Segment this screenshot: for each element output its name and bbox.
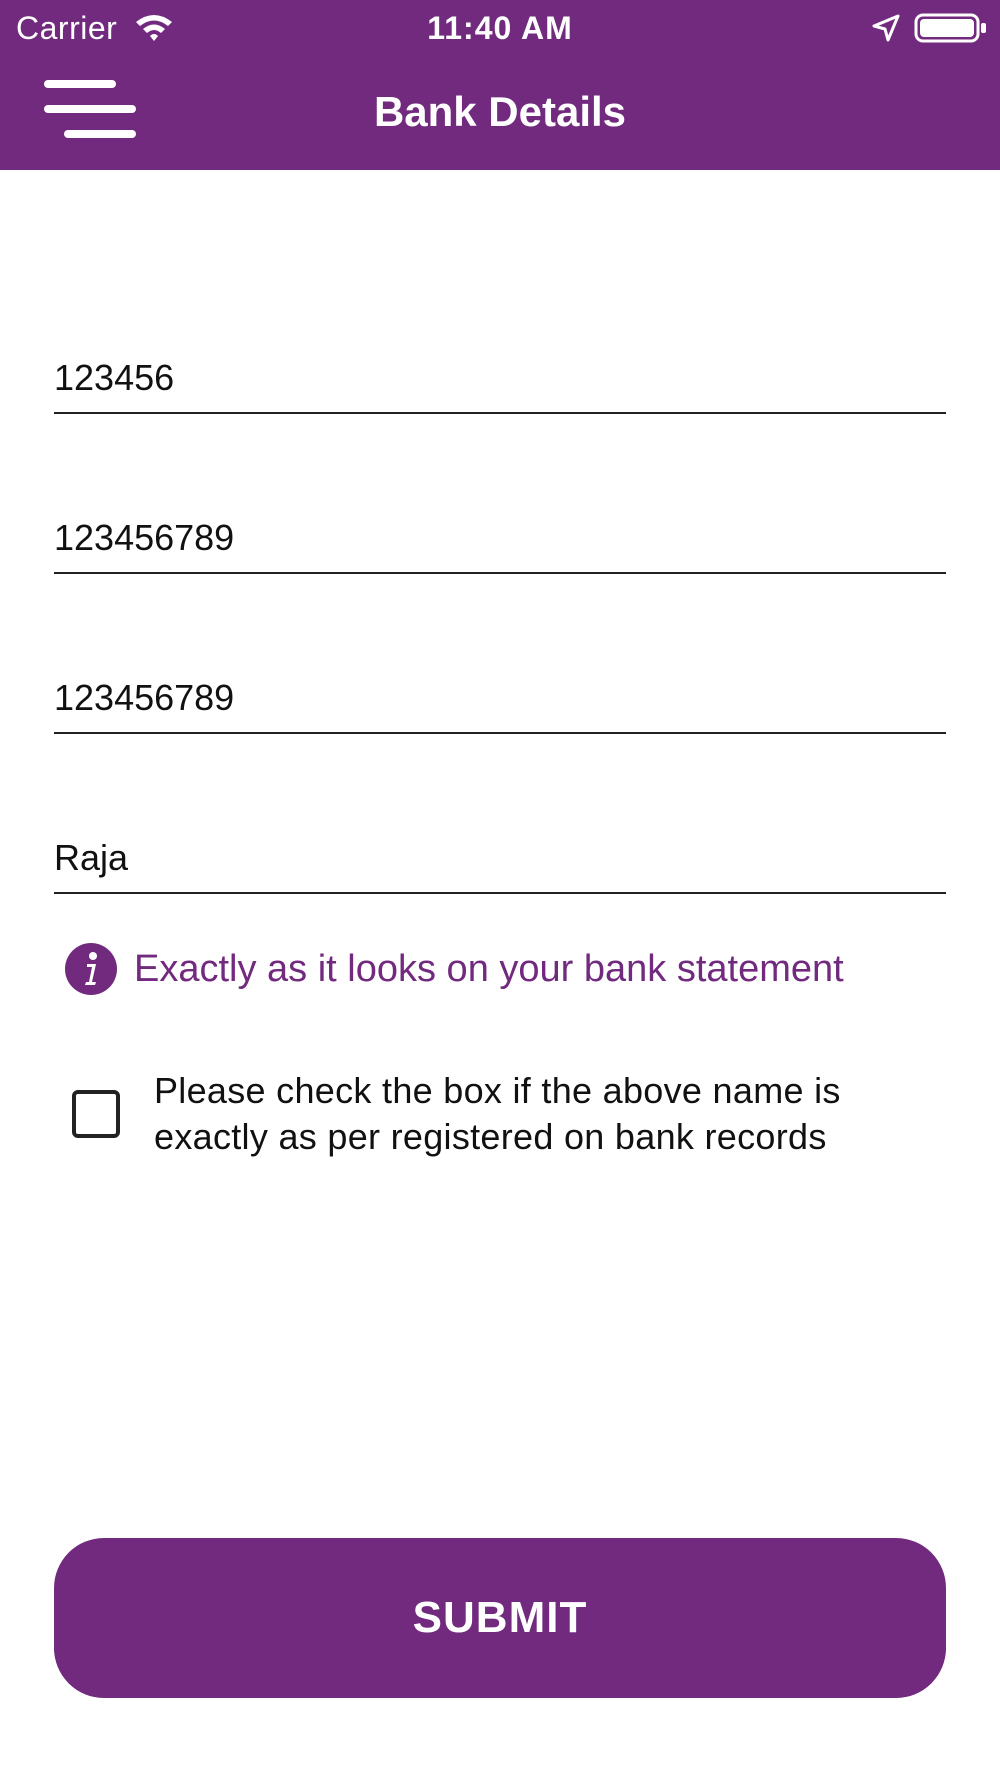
bank-input-2[interactable] xyxy=(54,516,946,560)
bank-field-4 xyxy=(54,812,946,894)
app-header: Carrier 11:40 AM Bank Details xyxy=(0,0,1000,170)
location-arrow-icon xyxy=(870,12,902,44)
bank-field-1 xyxy=(54,332,946,414)
submit-button[interactable]: SUBMIT xyxy=(54,1538,946,1698)
status-bar: Carrier 11:40 AM xyxy=(0,0,1000,56)
bank-input-3[interactable] xyxy=(54,676,946,720)
name-confirmation-checkbox[interactable] xyxy=(72,1090,120,1138)
bank-input-1[interactable] xyxy=(54,356,946,400)
info-icon xyxy=(64,942,118,996)
account-holder-name-input[interactable] xyxy=(54,836,946,880)
info-note: Exactly as it looks on your bank stateme… xyxy=(64,942,944,998)
page-title: Bank Details xyxy=(373,88,627,135)
bank-field-3 xyxy=(54,652,946,734)
status-time: 11:40 AM xyxy=(427,10,573,46)
name-confirmation-row: Please check the box if the above name i… xyxy=(70,1068,950,1178)
name-confirmation-label: Please check the box if the above name i… xyxy=(154,1070,841,1157)
info-note-text: Exactly as it looks on your bank stateme… xyxy=(134,948,844,990)
bank-field-2 xyxy=(54,492,946,574)
bank-details-screen: Carrier 11:40 AM Bank Details 123456 123… xyxy=(0,0,1000,1778)
battery-icon xyxy=(914,12,988,44)
